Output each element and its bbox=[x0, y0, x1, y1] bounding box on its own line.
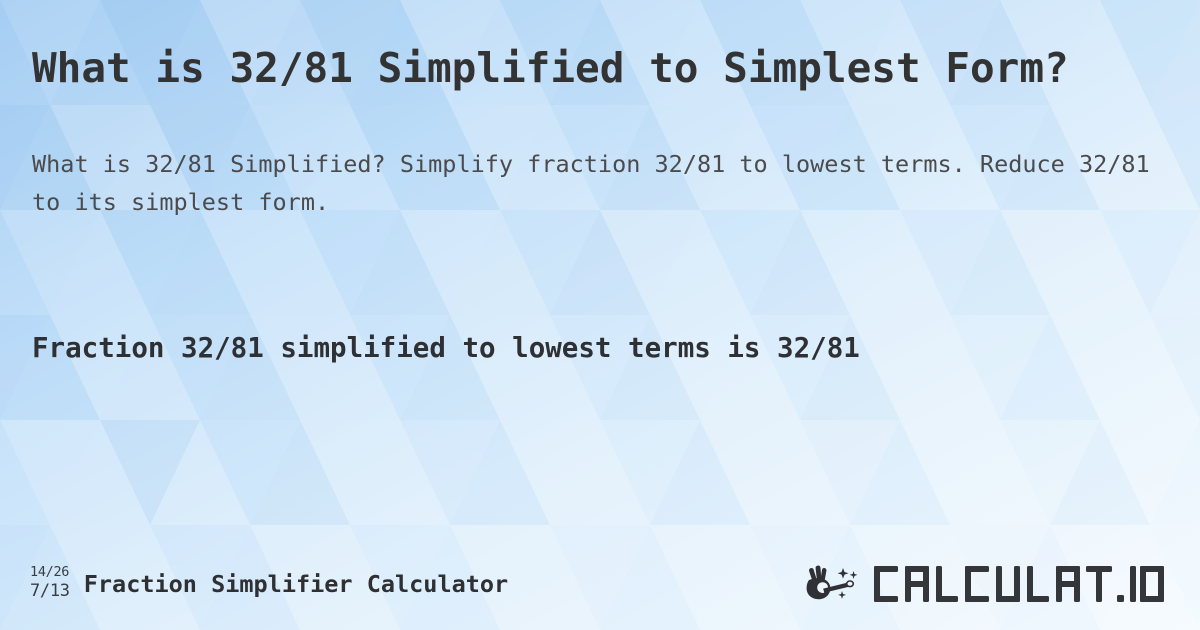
simplification-result: Fraction 32/81 simplified to lowest term… bbox=[32, 332, 860, 364]
page-description: What is 32/81 Simplified? Simplify fract… bbox=[32, 150, 1164, 216]
brand-logo[interactable] bbox=[801, 561, 1172, 607]
badge-original-fraction: 14/26 bbox=[30, 564, 70, 581]
fraction-reduction-badge: 14/26 7/13 bbox=[30, 566, 70, 602]
main-content: What is 32/81 Simplified to Simplest For… bbox=[0, 0, 1200, 630]
badge-reduced-fraction: 7/13 bbox=[30, 580, 70, 601]
footer-tool-title: Fraction Simplifier Calculator bbox=[83, 570, 509, 598]
og-image-canvas: What is 32/81 Simplified to Simplest For… bbox=[0, 0, 1200, 630]
brand-wordmark bbox=[874, 566, 1164, 602]
magic-wand-hand-icon bbox=[806, 565, 858, 600]
page-title: What is 32/81 Simplified to Simplest For… bbox=[32, 44, 1069, 92]
footer-bar: 14/26 7/13 Fraction Simplifier Calculato… bbox=[0, 538, 1200, 630]
footer-left-group: 14/26 7/13 Fraction Simplifier Calculato… bbox=[30, 566, 508, 602]
